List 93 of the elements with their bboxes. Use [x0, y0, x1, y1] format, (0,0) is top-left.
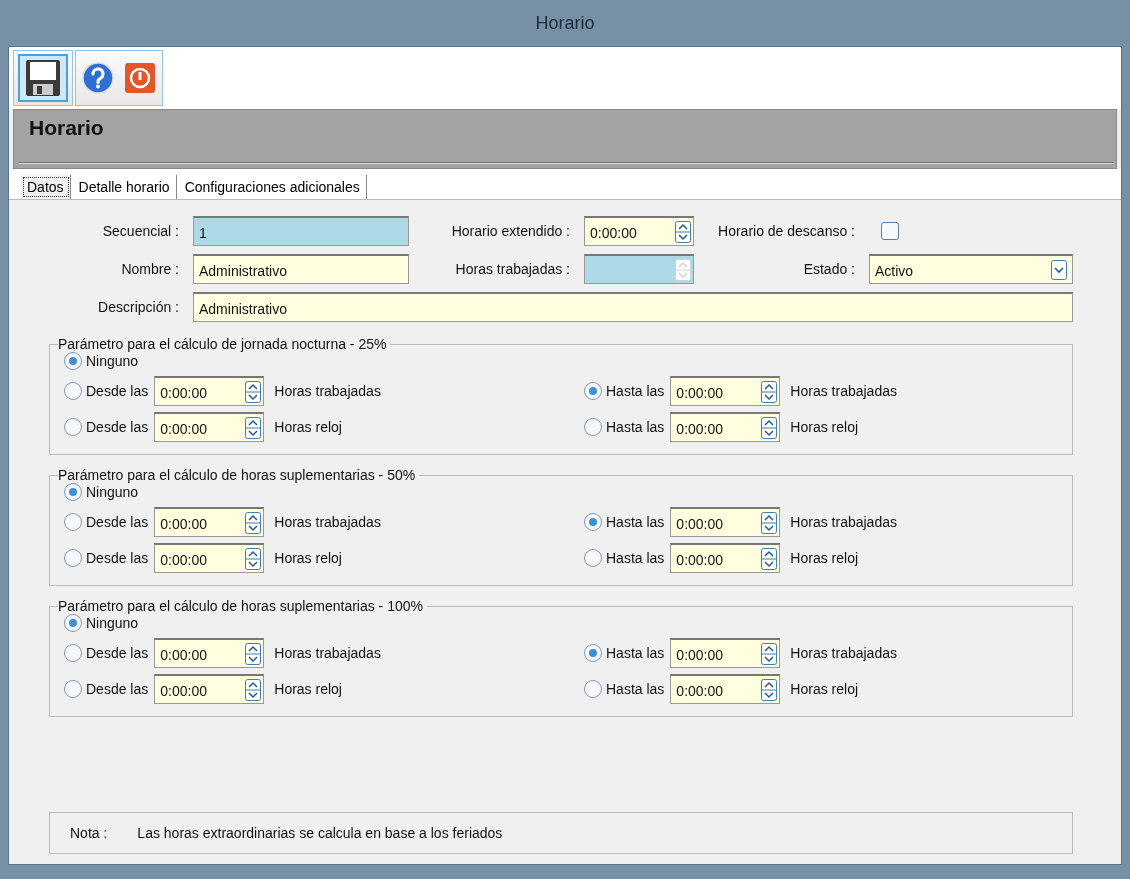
spinner-arrows-icon[interactable]: [675, 220, 691, 243]
save-button[interactable]: [18, 54, 68, 102]
radio-button[interactable]: [64, 614, 82, 632]
radio-button[interactable]: [64, 382, 82, 400]
radio-label: Hasta las: [606, 383, 665, 399]
radio-label: Desde las: [86, 550, 149, 566]
unit-label: Horas reloj: [274, 681, 342, 697]
radio-button[interactable]: [584, 513, 602, 531]
field-label: Descripción :: [97, 299, 179, 315]
radio-button[interactable]: [64, 549, 82, 567]
radio-button[interactable]: [584, 680, 602, 698]
header-title: Horario: [29, 116, 105, 140]
spinner-arrows-icon[interactable]: [761, 380, 778, 403]
help-icon: [82, 62, 114, 94]
unit-label: Horas reloj: [790, 681, 859, 697]
radio-button[interactable]: [64, 644, 82, 662]
time-field[interactable]: 0:00:00: [154, 507, 265, 537]
unit-label: Horas trabajadas: [274, 645, 381, 661]
unit-label: Horas reloj: [274, 419, 342, 435]
time-field[interactable]: 0:00:00: [154, 376, 265, 406]
radio-label: Ninguno: [86, 484, 139, 500]
radio-button[interactable]: [584, 382, 602, 400]
radio-label: Hasta las: [606, 550, 665, 566]
power-icon: [124, 62, 156, 94]
nombre-field[interactable]: Administrativo: [193, 254, 409, 284]
spinner-arrows-icon[interactable]: [245, 678, 262, 701]
unit-label: Horas reloj: [790, 550, 859, 566]
note-text: Las horas extraordinarias se calcula en base a los feriados: [137, 825, 503, 841]
time-field[interactable]: 0:00:00: [154, 543, 265, 573]
spinner-arrows-icon[interactable]: [245, 511, 262, 534]
time-field[interactable]: 0:00:00: [670, 674, 781, 704]
radio-button[interactable]: [64, 352, 82, 370]
descripcion-field[interactable]: Administrativo: [193, 292, 1073, 322]
time-field[interactable]: 0:00:00: [670, 507, 781, 537]
unit-label: Horas trabajadas: [274, 514, 381, 530]
window-title: Horario: [535, 12, 595, 34]
radio-button[interactable]: [584, 644, 602, 662]
group-legend: Parámetro para el cálculo de horas suplementarias - 100%: [58, 598, 427, 614]
time-field[interactable]: 0:00:00: [670, 412, 781, 442]
unit-label: Horas trabajadas: [274, 383, 381, 399]
tab[interactable]: Detalle horario: [72, 175, 177, 199]
time-field[interactable]: 0:00:00: [584, 216, 694, 246]
note-label: Nota :: [70, 825, 108, 841]
spinner-arrows-icon[interactable]: [245, 547, 262, 570]
tab[interactable]: Datos: [21, 175, 71, 199]
radio-label: Desde las: [86, 514, 149, 530]
unit-label: Horas trabajadas: [790, 514, 897, 530]
spinner-arrows-icon[interactable]: [245, 642, 262, 665]
time-field[interactable]: 0:00:00: [154, 674, 265, 704]
field-label: Estado :: [802, 261, 855, 277]
radio-label: Hasta las: [606, 645, 665, 661]
radio-button[interactable]: [584, 418, 602, 436]
group-legend: Parámetro para el cálculo de horas suplementarias - 50%: [58, 467, 420, 483]
radio-button[interactable]: [584, 549, 602, 567]
group-legend: Parámetro para el cálculo de jornada nocturna - 25%: [58, 336, 391, 352]
time-field[interactable]: 0:00:00: [154, 412, 265, 442]
radio-button[interactable]: [64, 418, 82, 436]
time-field[interactable]: 0:00:00: [670, 376, 781, 406]
checkbox[interactable]: [881, 222, 899, 240]
radio-label: Ninguno: [86, 615, 139, 631]
radio-button[interactable]: [64, 680, 82, 698]
radio-label: Desde las: [86, 383, 149, 399]
field-label: Horario de descanso :: [717, 223, 855, 239]
estado-dropdown[interactable]: Activo: [869, 254, 1073, 284]
unit-label: Horas trabajadas: [790, 645, 897, 661]
unit-label: Horas reloj: [790, 419, 859, 435]
unit-label: Horas trabajadas: [790, 383, 897, 399]
radio-label: Desde las: [86, 419, 149, 435]
time-field[interactable]: 0:00:00: [670, 638, 781, 668]
time-field[interactable]: 0:00:00: [154, 638, 265, 668]
radio-label: Hasta las: [606, 514, 665, 530]
time-field[interactable]: 0:00:00: [670, 543, 781, 573]
spinner-arrows-icon[interactable]: [245, 380, 262, 403]
radio-label: Ninguno: [86, 353, 139, 369]
field-label: Horario extendido :: [450, 223, 570, 239]
spinner-arrows-icon[interactable]: [761, 511, 778, 534]
field-label: Secuencial :: [101, 223, 179, 239]
radio-button[interactable]: [64, 483, 82, 501]
spinner-arrows-icon[interactable]: [761, 642, 778, 665]
radio-label: Desde las: [86, 645, 149, 661]
secuencial-field[interactable]: 1: [193, 216, 409, 246]
unit-label: Horas reloj: [274, 550, 342, 566]
radio-label: Desde las: [86, 681, 149, 697]
spinner-arrows-icon[interactable]: [761, 547, 778, 570]
tab[interactable]: Configuraciones adicionales: [178, 175, 367, 199]
spinner-arrows-icon[interactable]: [761, 678, 778, 701]
spinner-arrows-icon[interactable]: [761, 416, 778, 439]
field-label: Nombre :: [120, 261, 179, 277]
radio-label: Hasta las: [606, 681, 665, 697]
field-label: Horas trabajadas :: [454, 261, 570, 277]
radio-label: Hasta las: [606, 419, 665, 435]
radio-button[interactable]: [64, 513, 82, 531]
spinner-arrows-icon[interactable]: [245, 416, 262, 439]
